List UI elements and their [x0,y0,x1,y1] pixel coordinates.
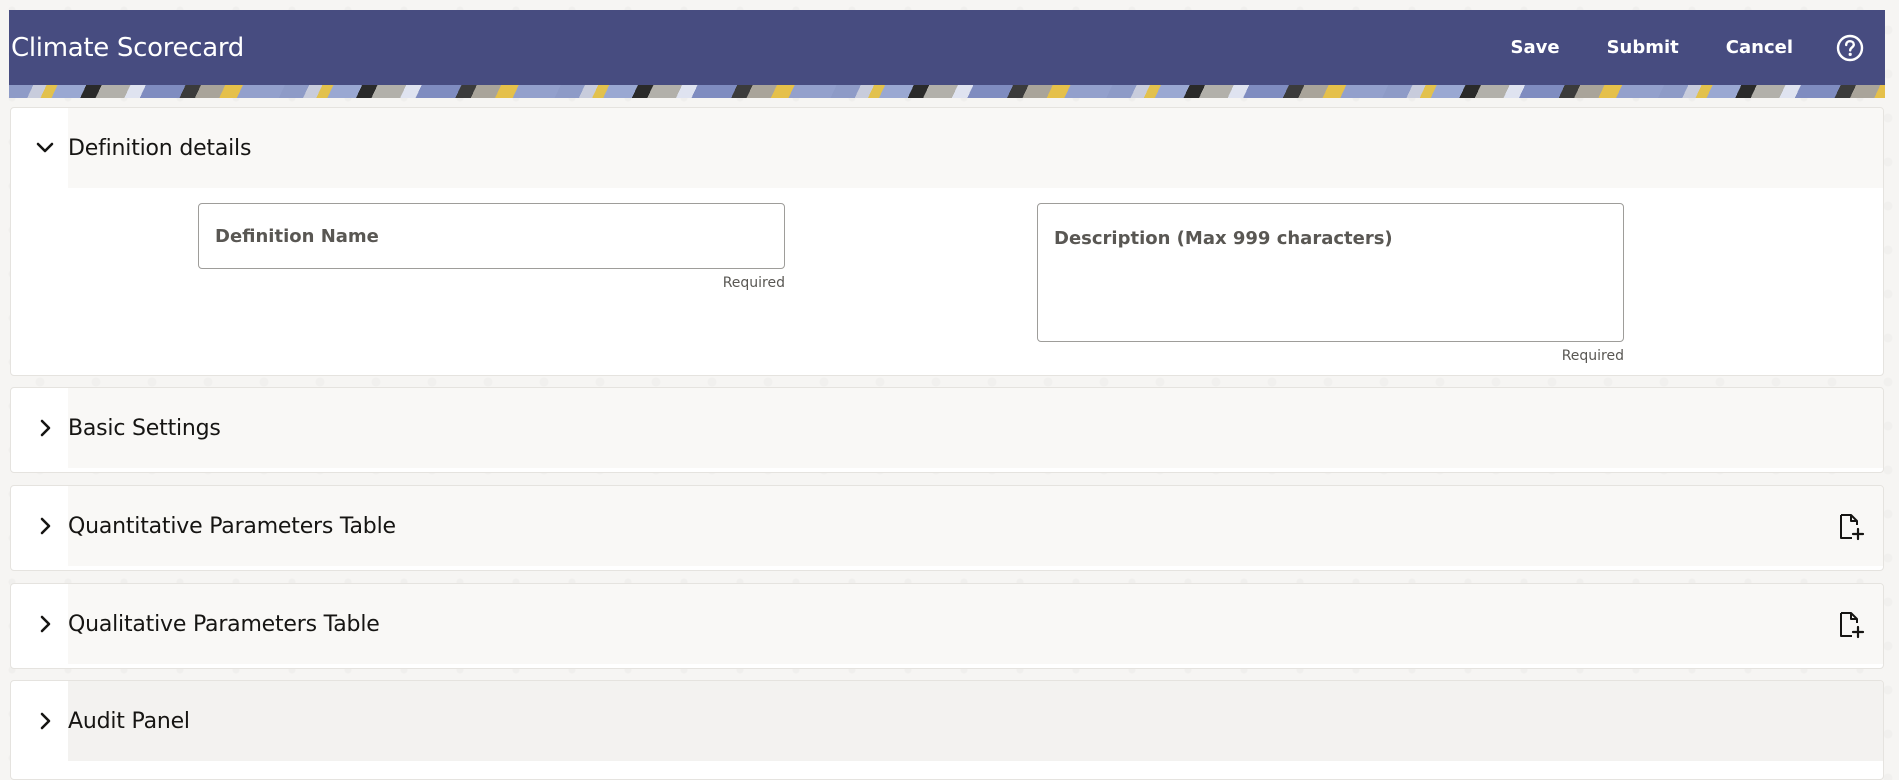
add-file-icon [1840,514,1865,541]
qualitative-parameters-header[interactable]: Qualitative Parameters Table [11,584,1883,664]
save-button[interactable]: Save [1511,29,1560,66]
chevron-right-icon[interactable] [31,707,59,735]
definition-name-required-note: Required [722,275,785,291]
add-file-icon [1840,612,1865,639]
question-circle-icon [1836,34,1864,61]
add-quantitative-parameter-button[interactable] [1835,512,1865,542]
audit-panel: Audit Panel [10,680,1884,780]
qualitative-parameters-panel: Qualitative Parameters Table [10,583,1884,669]
panel-header-background [68,681,1883,761]
chevron-down-icon[interactable] [31,134,59,162]
panel-title-audit: Audit Panel [68,709,190,734]
cancel-button[interactable]: Cancel [1726,29,1793,66]
panel-title-quantitative: Quantitative Parameters Table [68,514,396,539]
header-actions: Save Submit Cancel [1511,10,1865,85]
definition-details-header[interactable]: Definition details [11,108,1883,188]
panel-title-basic-settings: Basic Settings [68,416,221,441]
header-decorative-band [9,85,1885,98]
chevron-right-icon[interactable] [31,414,59,442]
quantitative-parameters-header[interactable]: Quantitative Parameters Table [11,486,1883,566]
description-required-note: Required [1561,348,1624,364]
description-textarea[interactable] [1037,203,1624,342]
basic-settings-header[interactable]: Basic Settings [11,388,1883,468]
definition-details-panel: Definition details Required Required [10,107,1884,376]
definition-name-input[interactable] [198,203,785,269]
app-header: Climate Scorecard Save Submit Cancel [9,10,1885,85]
page-title: Climate Scorecard [11,33,245,63]
basic-settings-panel: Basic Settings [10,387,1884,473]
add-qualitative-parameter-button[interactable] [1835,610,1865,640]
submit-button[interactable]: Submit [1607,29,1679,66]
audit-panel-header[interactable]: Audit Panel [11,681,1883,761]
chevron-right-icon[interactable] [31,610,59,638]
help-button[interactable] [1835,33,1865,63]
chevron-right-icon[interactable] [31,512,59,540]
panel-title-definition: Definition details [68,136,252,161]
panel-header-background [68,388,1883,468]
panel-title-qualitative: Qualitative Parameters Table [68,612,380,637]
panel-header-background [68,108,1883,188]
quantitative-parameters-panel: Quantitative Parameters Table [10,485,1884,571]
